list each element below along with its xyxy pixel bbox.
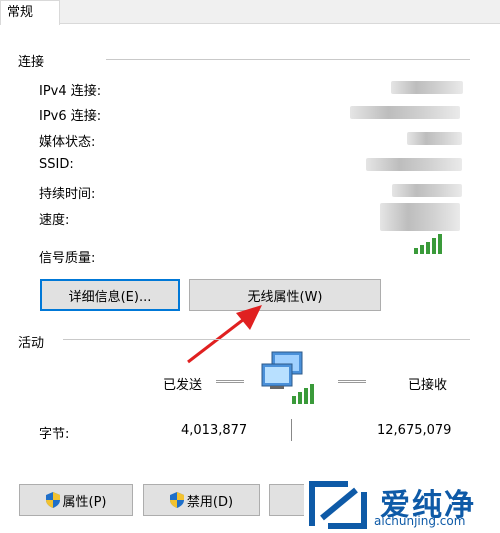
ipv4-connectivity-label: IPv4 连接: [39,84,102,99]
watermark-logo-icon [309,481,367,529]
duration-label: 持续时间: [39,187,96,202]
received-line [338,380,366,383]
connection-section-label: 连接 [18,55,45,70]
tab-general[interactable]: 常规 [0,0,60,25]
disable-button[interactable]: 禁用(D) [143,484,260,516]
network-computers-icon [261,351,314,404]
bytes-sent-value: 4,013,877 [181,423,248,438]
media-state-value-redacted [407,132,462,145]
ssid-value-redacted [366,158,462,171]
details-button-label: 详细信息(E)... [68,289,152,305]
uac-shield-icon [169,492,184,508]
received-label: 已接收 [408,378,448,393]
ipv6-value-redacted [350,106,460,119]
properties-button[interactable]: 属性(P) [19,484,133,516]
sent-line [216,380,244,383]
properties-button-label: 属性(P) [62,494,107,510]
watermark-url: aichunjing.com [374,514,466,528]
signal-quality-label: 信号质量: [39,251,96,266]
details-button[interactable]: 详细信息(E)... [40,279,180,311]
signal-strength-icon [414,234,442,254]
activity-divider [63,339,470,340]
duration-value-redacted [392,184,462,197]
ssid-label: SSID: [39,157,74,172]
media-state-label: 媒体状态: [39,135,96,150]
speed-label: 速度: [39,213,70,228]
bytes-received-value: 12,675,079 [377,423,452,438]
watermark-logo: 爱纯净 aichunjing.com [304,476,500,533]
tab-bar: 常规 [0,0,500,25]
uac-shield-icon [45,492,60,508]
bytes-label: 字节: [39,427,70,442]
speed-value-redacted [380,203,460,231]
ipv4-value-redacted [391,81,463,94]
activity-section-label: 活动 [18,336,45,351]
bytes-separator [291,419,292,441]
disable-button-label: 禁用(D) [186,494,234,510]
ipv6-connectivity-label: IPv6 连接: [39,109,102,124]
connection-divider [106,59,470,60]
annotation-arrow-icon [187,305,262,364]
sent-label: 已发送 [163,378,203,393]
